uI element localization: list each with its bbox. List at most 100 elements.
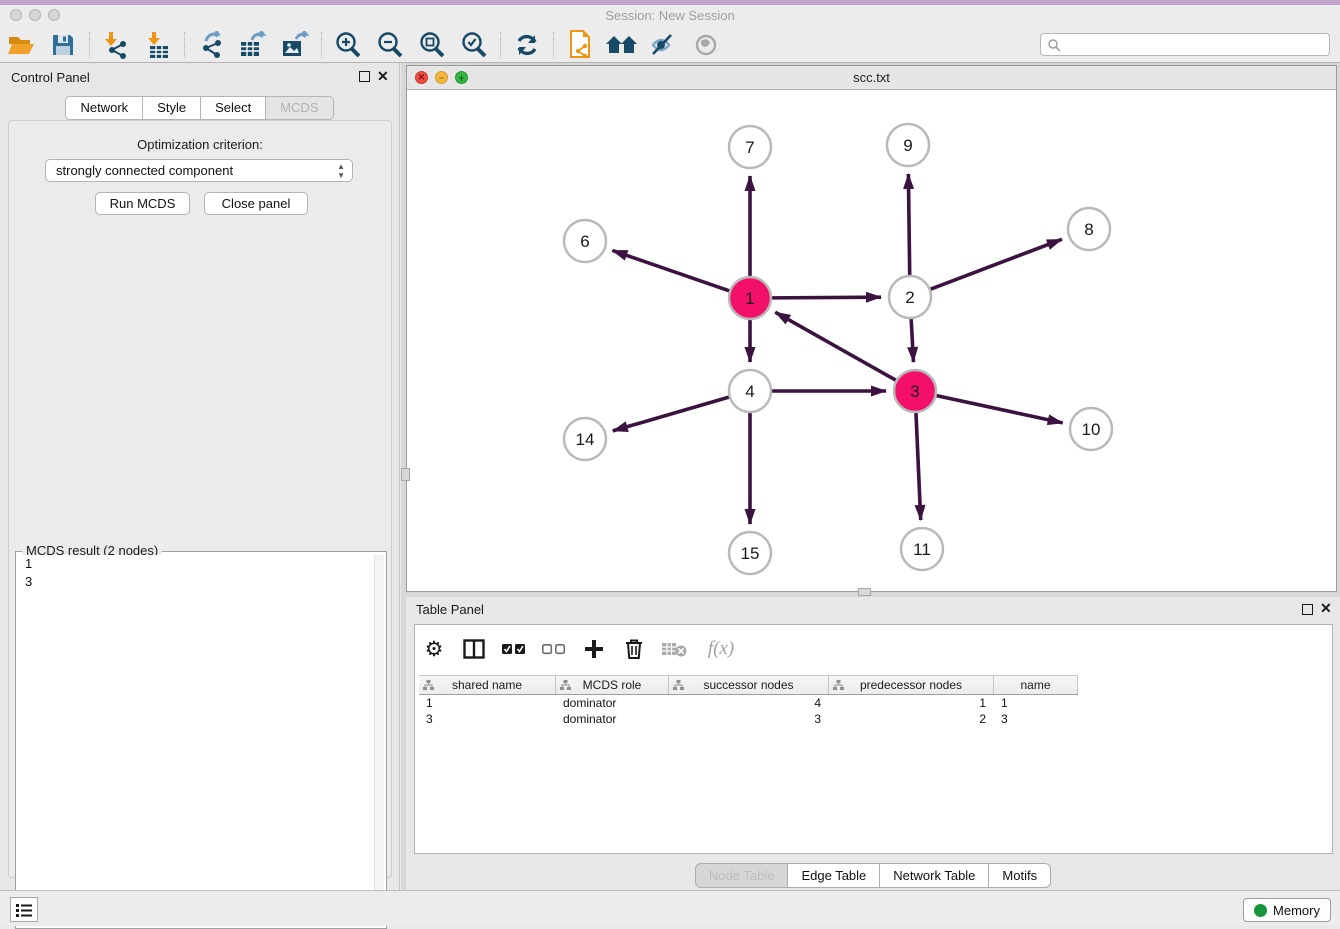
- select-arrows-icon: ▲▼: [337, 162, 345, 180]
- svg-text:10: 10: [1082, 420, 1101, 439]
- float-table-panel-icon[interactable]: [1302, 604, 1313, 615]
- export-network-icon[interactable]: [194, 30, 228, 60]
- edge-4-14[interactable]: [613, 397, 729, 431]
- node-3[interactable]: 3: [894, 370, 936, 412]
- edge-2-8[interactable]: [931, 239, 1062, 289]
- node-1[interactable]: 1: [729, 277, 771, 319]
- result-item[interactable]: 3: [18, 573, 373, 591]
- close-table-panel-icon[interactable]: ✕: [1320, 601, 1332, 615]
- export-image-icon[interactable]: [278, 30, 312, 60]
- open-file-icon[interactable]: [4, 30, 38, 60]
- node-7[interactable]: 7: [729, 126, 771, 168]
- search-input[interactable]: [1061, 34, 1329, 55]
- search-icon: [1047, 38, 1061, 52]
- show-panels-button[interactable]: [10, 897, 38, 922]
- table-row[interactable]: 1dominator411: [419, 695, 1078, 711]
- import-table-icon[interactable]: [141, 30, 175, 60]
- edge-2-9[interactable]: [908, 174, 909, 275]
- network-window-titlebar[interactable]: ✕ − + scc.txt: [407, 66, 1336, 90]
- column-header-predecessor-nodes[interactable]: predecessor nodes: [829, 676, 994, 694]
- run-mcds-button[interactable]: Run MCDS: [95, 192, 190, 215]
- zoom-out-icon[interactable]: [373, 30, 407, 60]
- tab-style[interactable]: Style: [143, 96, 201, 120]
- toolbar-separator: [89, 32, 90, 58]
- node-8[interactable]: 8: [1068, 208, 1110, 250]
- network-title: scc.txt: [407, 70, 1336, 85]
- result-scrollbar[interactable]: [374, 555, 384, 925]
- svg-text:3: 3: [910, 382, 919, 401]
- tab-network-table[interactable]: Network Table: [880, 863, 989, 888]
- table-panel: Table Panel ✕ ⚙ f(x): [406, 597, 1340, 890]
- node-6[interactable]: 6: [564, 220, 606, 262]
- column-layout-icon[interactable]: [461, 636, 487, 662]
- tab-mcds[interactable]: MCDS: [266, 96, 333, 120]
- settings-gear-icon[interactable]: ⚙: [421, 636, 447, 662]
- table-cell: 2: [829, 711, 994, 727]
- close-panel-icon[interactable]: ✕: [377, 69, 389, 83]
- svg-text:11: 11: [913, 540, 931, 559]
- network-document-icon[interactable]: [563, 30, 597, 60]
- close-panel-button[interactable]: Close panel: [204, 192, 308, 215]
- tab-select[interactable]: Select: [201, 96, 266, 120]
- optimization-criterion-select[interactable]: strongly connected component ▲▼: [45, 159, 353, 182]
- edge-3-11[interactable]: [916, 413, 921, 520]
- delete-table-icon[interactable]: [661, 636, 687, 662]
- tab-edge-table[interactable]: Edge Table: [788, 863, 880, 888]
- table-cell: 3: [669, 711, 829, 727]
- table-cell: 4: [669, 695, 829, 711]
- node-14[interactable]: 14: [564, 418, 606, 460]
- tab-network[interactable]: Network: [65, 96, 143, 120]
- edge-1-6[interactable]: [612, 250, 729, 290]
- import-network-icon[interactable]: [99, 30, 133, 60]
- save-session-icon[interactable]: [46, 30, 80, 60]
- table-cell: 1: [994, 695, 1078, 711]
- table-body: 1dominator4113dominator323: [419, 695, 1078, 727]
- column-header-shared-name[interactable]: shared name: [419, 676, 556, 694]
- float-panel-icon[interactable]: [359, 71, 370, 82]
- node-2[interactable]: 2: [889, 276, 931, 318]
- horizontal-splitter-grip[interactable]: [858, 588, 871, 596]
- add-row-icon[interactable]: [581, 636, 607, 662]
- table-cell: 3: [419, 711, 556, 727]
- svg-text:6: 6: [580, 232, 589, 251]
- export-table-icon[interactable]: [236, 30, 270, 60]
- result-item[interactable]: 1: [18, 555, 373, 573]
- zoom-in-icon[interactable]: [331, 30, 365, 60]
- column-header-successor-nodes[interactable]: successor nodes: [669, 676, 829, 694]
- tab-motifs[interactable]: Motifs: [989, 863, 1051, 888]
- search-box[interactable]: [1040, 33, 1330, 56]
- apply-layout-icon[interactable]: [510, 30, 544, 60]
- node-10[interactable]: 10: [1070, 408, 1112, 450]
- toolbar-separator: [500, 32, 501, 58]
- edge-3-1[interactable]: [775, 312, 896, 380]
- tab-node-table[interactable]: Node Table: [695, 863, 789, 888]
- edge-3-10[interactable]: [937, 396, 1063, 423]
- edge-2-3[interactable]: [911, 319, 913, 362]
- zoom-fit-icon[interactable]: [415, 30, 449, 60]
- edge-1-2[interactable]: [772, 297, 881, 298]
- select-all-icon[interactable]: [501, 636, 527, 662]
- show-hide-graphics-icon[interactable]: [647, 30, 681, 60]
- control-panel: Control Panel ✕ NetworkStyleSelectMCDS O…: [0, 63, 400, 890]
- delete-row-icon[interactable]: [621, 636, 647, 662]
- zoom-selected-icon[interactable]: [457, 30, 491, 60]
- vertical-splitter-grip[interactable]: [401, 468, 410, 481]
- home-icon[interactable]: [605, 30, 639, 60]
- column-header-MCDS-role[interactable]: MCDS role: [556, 676, 669, 694]
- function-builder-icon[interactable]: f(x): [701, 636, 741, 662]
- node-15[interactable]: 15: [729, 532, 771, 574]
- memory-button[interactable]: Memory: [1243, 898, 1331, 922]
- node-9[interactable]: 9: [887, 124, 929, 166]
- network-canvas[interactable]: 7 9 6 8 1 2 4 3 14 10 15 11: [407, 90, 1336, 591]
- eye-icon[interactable]: [689, 30, 723, 60]
- column-header-name[interactable]: name: [994, 676, 1078, 694]
- table-cell: dominator: [556, 711, 669, 727]
- table-row[interactable]: 3dominator323: [419, 711, 1078, 727]
- node-4[interactable]: 4: [729, 370, 771, 412]
- table-cell: 1: [419, 695, 556, 711]
- node-11[interactable]: 11: [901, 528, 943, 570]
- mcds-result-list[interactable]: 13: [18, 555, 373, 925]
- table-panel-title: Table Panel: [416, 602, 484, 617]
- svg-text:8: 8: [1084, 220, 1093, 239]
- deselect-all-icon[interactable]: [541, 636, 567, 662]
